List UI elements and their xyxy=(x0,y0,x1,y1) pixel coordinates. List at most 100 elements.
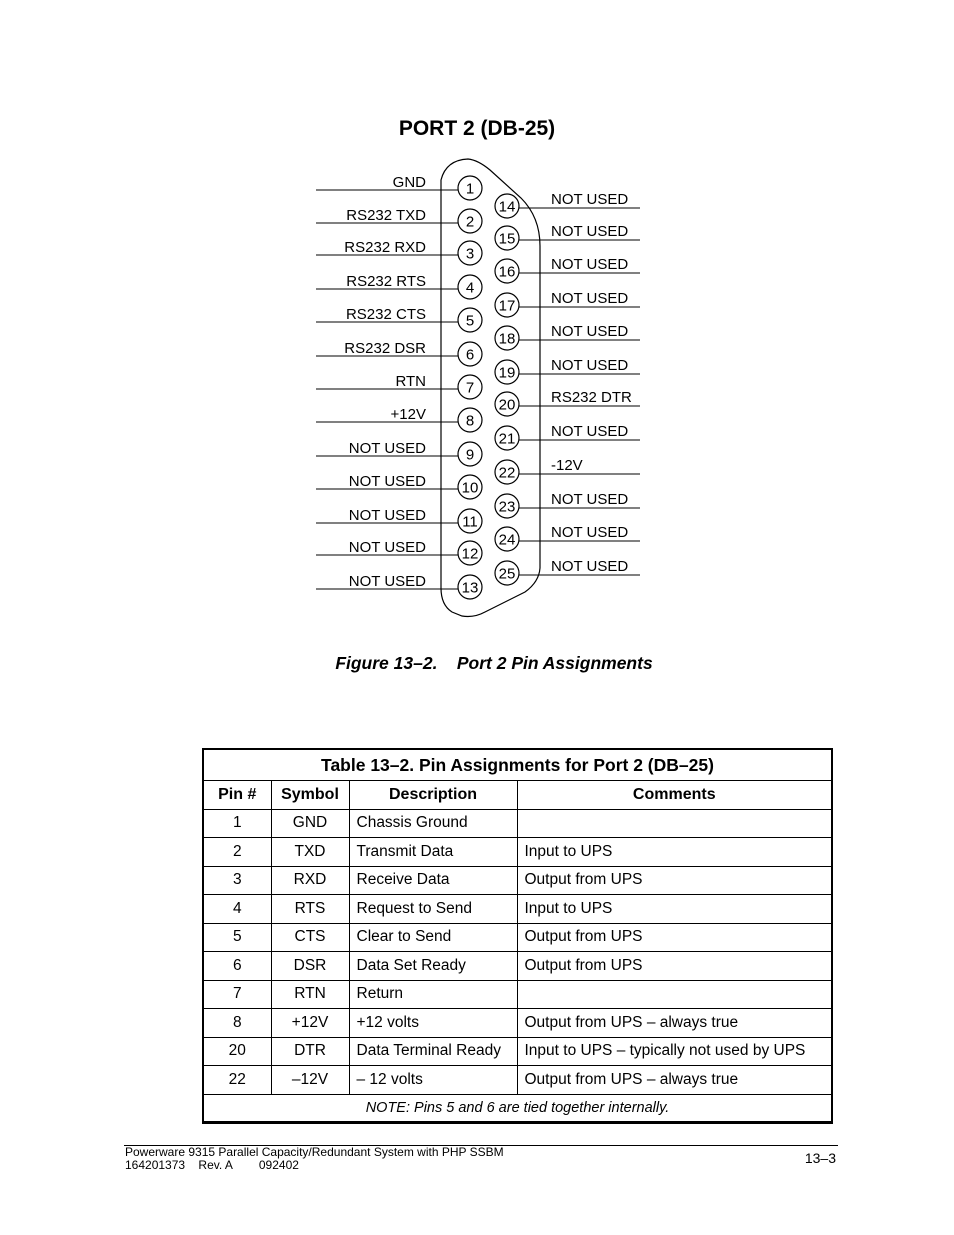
pin-9: 9 NOT USED xyxy=(316,440,483,467)
description-cell: – 12 volts xyxy=(348,1065,518,1095)
pin-cell: 1 xyxy=(202,808,272,838)
pin-5: 5 RS232 CTS xyxy=(316,306,483,333)
footer-part-revision: 164201373 Rev. A 092402 xyxy=(125,1157,299,1172)
description-cell: Receive Data xyxy=(348,865,518,895)
pin-cell: 22 xyxy=(202,1065,272,1095)
comments-cell: Input to UPS – typically not used by UPS xyxy=(516,1036,833,1066)
pin-label: RS232 DTR xyxy=(551,389,632,406)
pin-18: 18 NOT USED xyxy=(494,323,640,351)
pin-cell: 20 xyxy=(202,1036,272,1066)
pin-cell: 2 xyxy=(202,837,272,867)
pin-number: 4 xyxy=(466,280,474,297)
table-row: 6 DSR Data Set Ready Output from UPS xyxy=(202,951,833,981)
description-cell: Request to Send xyxy=(348,894,518,924)
table-row: 7 RTN Return xyxy=(202,979,833,1009)
right-pin-column: 14 NOT USED 15 NOT USED 16 NOT USED 17 NOT USED… xyxy=(494,191,640,586)
comments-cell: Output from UPS – always true xyxy=(516,1008,833,1038)
pin-19: 19 NOT USED xyxy=(494,357,640,385)
description-cell: Data Terminal Ready xyxy=(348,1036,518,1066)
pin-number: 14 xyxy=(499,199,516,216)
pin-number: 17 xyxy=(499,298,516,315)
comments-cell: Output from UPS xyxy=(516,922,833,952)
description-cell: Chassis Ground xyxy=(348,808,518,838)
pin-number: 10 xyxy=(462,480,479,497)
pin-label: NOT USED xyxy=(551,290,628,307)
symbol-cell: RTN xyxy=(270,979,350,1009)
pin-1: 1 GND xyxy=(316,174,483,201)
comments-cell xyxy=(516,808,833,838)
pin-label: RS232 CTS xyxy=(346,306,426,323)
description-cell: Clear to Send xyxy=(348,922,518,952)
pin-number: 1 xyxy=(466,181,474,198)
pin-16: 16 NOT USED xyxy=(494,256,640,284)
pin-label: NOT USED xyxy=(551,256,628,273)
pin-number: 8 xyxy=(466,413,474,430)
description-cell: Return xyxy=(348,979,518,1009)
header-symbol: Symbol xyxy=(270,780,350,810)
pin-label: NOT USED xyxy=(349,440,426,457)
pin-23: 23 NOT USED xyxy=(494,491,640,519)
table-row: 1 GND Chassis Ground xyxy=(202,808,833,838)
pin-label: NOT USED xyxy=(551,223,628,240)
pin-label: RS232 RXD xyxy=(344,239,426,256)
pin-14: 14 NOT USED xyxy=(494,191,640,219)
pin-label: NOT USED xyxy=(349,473,426,490)
symbol-cell: –12V xyxy=(270,1065,350,1095)
header-description: Description xyxy=(348,780,518,810)
header-pin: Pin # xyxy=(202,780,272,810)
comments-cell: Input to UPS xyxy=(516,894,833,924)
symbol-cell: TXD xyxy=(270,837,350,867)
pin-number: 20 xyxy=(499,397,516,414)
pin-label: NOT USED xyxy=(551,558,628,575)
pin-24: 24 NOT USED xyxy=(494,524,640,552)
pin-3: 3 RS232 RXD xyxy=(316,239,483,266)
pin-8: 8 +12V xyxy=(316,406,483,433)
pin-7: 7 RTN xyxy=(316,373,483,400)
table-row: 8 +12V +12 volts Output from UPS – always t… xyxy=(202,1008,833,1038)
pin-12: 12 NOT USED xyxy=(316,539,483,566)
header-comments: Comments xyxy=(516,780,833,810)
pin-cell: 4 xyxy=(202,894,272,924)
left-pin-column: 1 GND 2 RS232 TXD 3 RS232 RXD 4 RS232 RTS 5 RS232… xyxy=(316,174,483,600)
pin-number: 18 xyxy=(499,331,516,348)
symbol-cell: GND xyxy=(270,808,350,838)
description-cell: Data Set Ready xyxy=(348,951,518,981)
symbol-cell: CTS xyxy=(270,922,350,952)
pin-number: 2 xyxy=(466,214,474,231)
footer-document-info: Powerware 9315 Parallel Capacity/Redunda… xyxy=(125,1146,504,1171)
pin-number: 11 xyxy=(462,514,478,531)
pin-assignments-table: Table 13–2. Pin Assignments for Port 2 (… xyxy=(202,748,833,1124)
pin-label: GND xyxy=(393,174,427,191)
comments-cell: Input to UPS xyxy=(516,837,833,867)
pin-number: 12 xyxy=(462,546,479,563)
page-number: 13–3 xyxy=(804,1150,836,1166)
symbol-cell: DTR xyxy=(270,1036,350,1066)
pin-25: 25 NOT USED xyxy=(494,558,640,586)
table-row: 2 TXD Transmit Data Input to UPS xyxy=(202,837,833,867)
pin-cell: 3 xyxy=(202,865,272,895)
pin-label: NOT USED xyxy=(551,323,628,340)
pin-number: 19 xyxy=(499,365,516,382)
pin-10: 10 NOT USED xyxy=(316,473,483,500)
pin-label: NOT USED xyxy=(551,491,628,508)
table-note: NOTE: Pins 5 and 6 are tied together int… xyxy=(202,1093,833,1123)
pin-20: 20 RS232 DTR xyxy=(494,389,640,417)
symbol-cell: +12V xyxy=(270,1008,350,1038)
pin-label: RS232 TXD xyxy=(346,207,426,224)
pin-cell: 5 xyxy=(202,922,272,952)
pin-label: NOT USED xyxy=(349,573,426,590)
pin-label: NOT USED xyxy=(551,524,628,541)
pin-label: -12V xyxy=(551,457,583,474)
pin-label: NOT USED xyxy=(551,357,628,374)
pin-4: 4 RS232 RTS xyxy=(316,273,483,300)
symbol-cell: DSR xyxy=(270,951,350,981)
pin-label: RS232 RTS xyxy=(346,273,426,290)
figure-caption: Figure 13–2. Port 2 Pin Assignments xyxy=(335,653,653,673)
pin-number: 7 xyxy=(466,380,474,397)
comments-cell: Output from UPS xyxy=(516,951,833,981)
comments-cell xyxy=(516,979,833,1009)
pin-number: 21 xyxy=(499,431,516,448)
comments-cell: Output from UPS xyxy=(516,865,833,895)
pin-number: 16 xyxy=(499,264,516,281)
pin-number: 5 xyxy=(466,313,474,330)
